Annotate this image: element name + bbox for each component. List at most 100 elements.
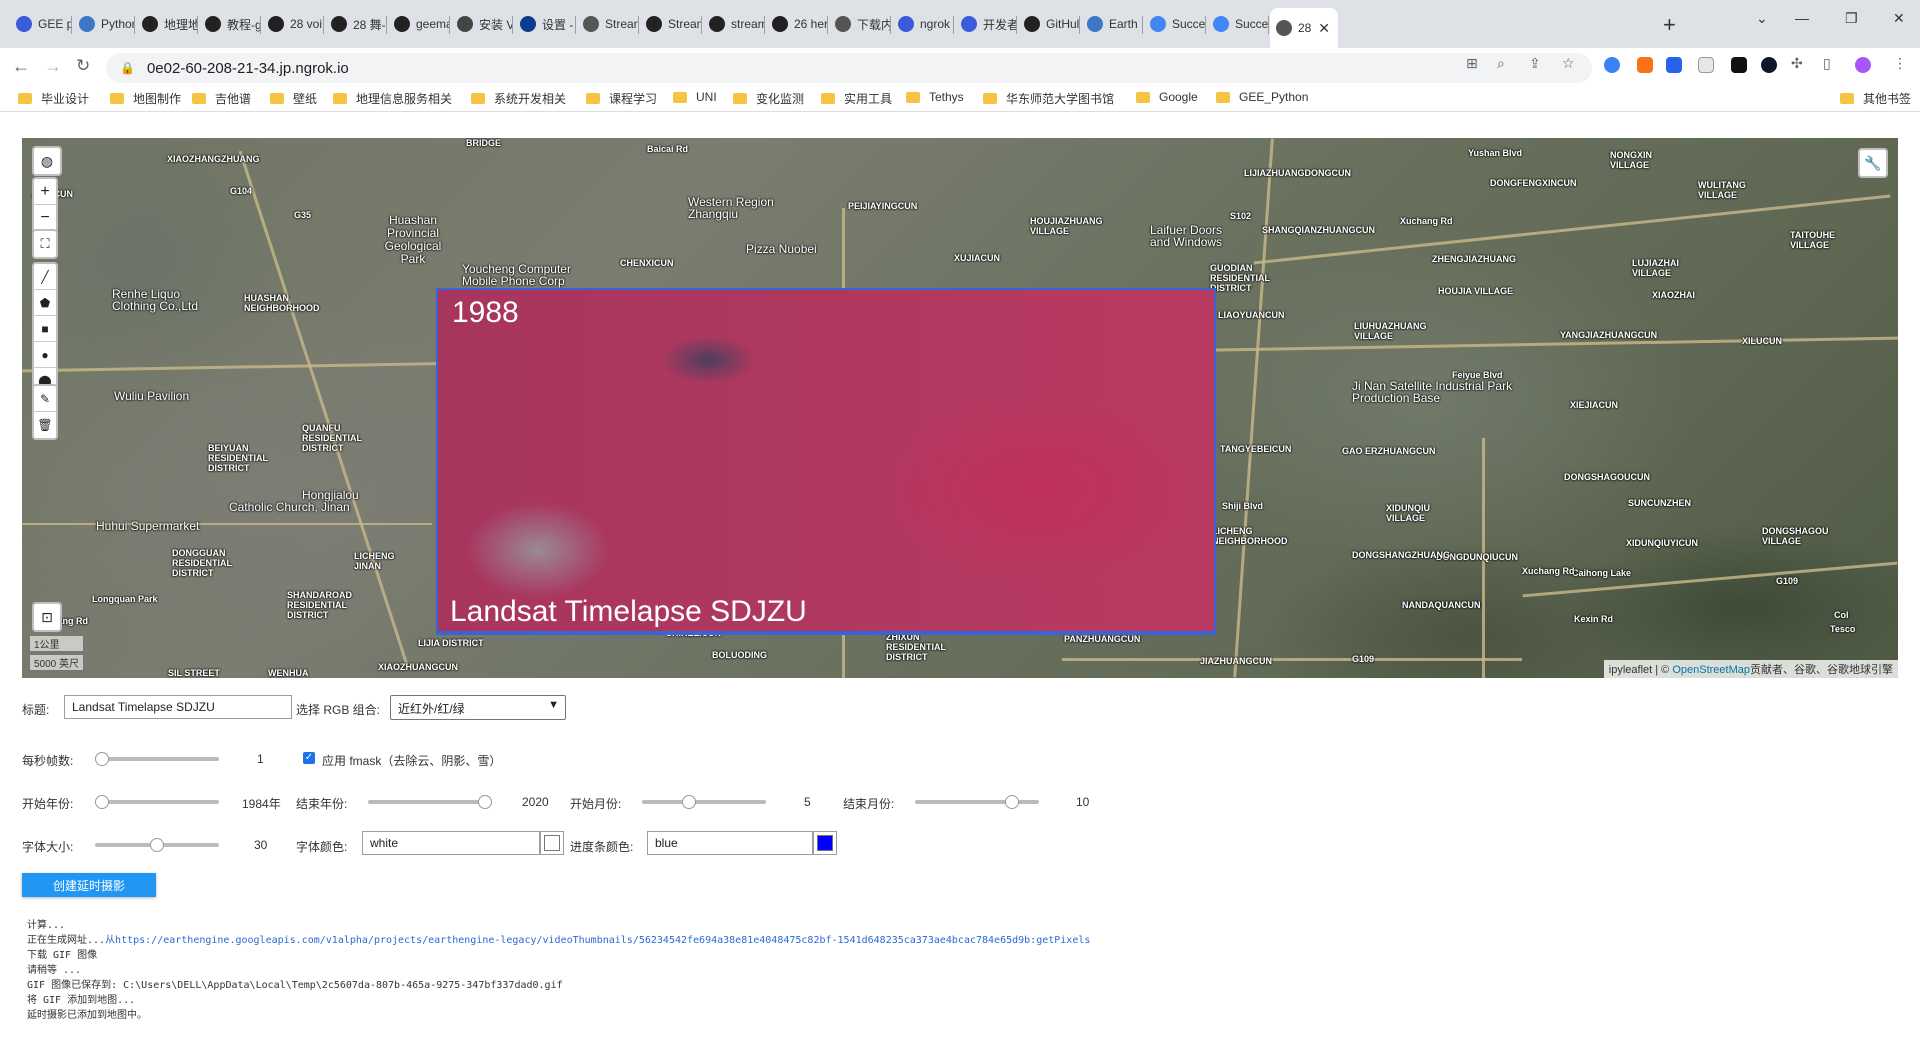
- browser-tab[interactable]: 28 舞-: [325, 8, 386, 40]
- extension-icon[interactable]: [1666, 57, 1682, 73]
- browser-tab[interactable]: 28 ✕: [1270, 8, 1338, 48]
- fmask-checkbox[interactable]: ✓: [303, 752, 315, 764]
- tab-search-icon[interactable]: ⌄: [1756, 10, 1768, 27]
- map-label: Wuliu Pavilion: [114, 389, 190, 403]
- bookmark-item[interactable]: UNI: [673, 90, 717, 104]
- osm-link[interactable]: OpenStreetMap: [1672, 664, 1750, 676]
- slider-handle[interactable]: [1005, 795, 1020, 809]
- font-color-picker[interactable]: [540, 831, 564, 855]
- extension-icon[interactable]: [1604, 57, 1620, 73]
- browser-tab[interactable]: Succes: [1207, 8, 1268, 40]
- extension-icon[interactable]: [1637, 57, 1653, 73]
- browser-tab[interactable]: Stream: [640, 8, 701, 40]
- delete-layers-icon[interactable]: 🗑: [34, 412, 56, 438]
- puzzle-icon[interactable]: ✣: [1791, 55, 1803, 72]
- progress-color-label: 进度条颜色:: [570, 840, 634, 854]
- slider-handle[interactable]: [150, 838, 164, 852]
- new-tab-button[interactable]: +: [1663, 12, 1676, 38]
- map-view[interactable]: XIAOZHANGZHUANG ANXICUN G104 G35 Huashan…: [22, 138, 1898, 678]
- url-field[interactable]: 🔒 0e02-60-208-21-34.jp.ngrok.io: [106, 53, 1592, 83]
- zoom-icon[interactable]: ⌕: [1497, 55, 1505, 72]
- close-tab-icon[interactable]: ✕: [1318, 20, 1330, 37]
- wrench-icon[interactable]: 🔧: [1858, 148, 1888, 178]
- browser-tab[interactable]: Strean: [577, 8, 638, 40]
- browser-tab[interactable]: GEE py: [10, 8, 71, 40]
- title-input[interactable]: Landsat Timelapse SDJZU: [64, 695, 292, 719]
- bookmark-item[interactable]: GEE_Python: [1216, 90, 1308, 104]
- browser-tab[interactable]: 地理地: [136, 8, 197, 40]
- create-timelapse-button[interactable]: 创建延时摄影: [22, 873, 156, 897]
- start-month-slider[interactable]: [642, 795, 766, 809]
- bookmark-item[interactable]: 壁纸: [270, 90, 317, 107]
- progress-color-input[interactable]: blue: [647, 831, 813, 855]
- draw-circle-icon[interactable]: ●: [34, 342, 56, 368]
- lock-icon[interactable]: 🔒: [120, 61, 135, 75]
- edit-layers-icon[interactable]: ✎: [34, 386, 56, 412]
- slider-handle[interactable]: [478, 795, 492, 809]
- slider-handle[interactable]: [95, 752, 109, 766]
- browser-tab[interactable]: 28 voi: [262, 8, 323, 40]
- back-icon[interactable]: ←: [12, 56, 30, 77]
- reload-icon[interactable]: ↻: [76, 56, 90, 76]
- browser-tab[interactable]: Succes: [1144, 8, 1205, 40]
- fullscreen-icon[interactable]: ⛶: [34, 231, 56, 257]
- browser-tab[interactable]: 安装 V: [451, 8, 512, 40]
- fps-slider[interactable]: [95, 752, 219, 766]
- bookmark-item[interactable]: 课程学习: [586, 90, 657, 107]
- bookmark-item[interactable]: 地图制作: [110, 90, 181, 107]
- map-label: XIDUNQIUYICUN: [1626, 538, 1699, 548]
- globe-icon[interactable]: ◍: [34, 148, 60, 174]
- translate-icon[interactable]: ⊞: [1466, 55, 1478, 72]
- browser-tab[interactable]: Python: [73, 8, 134, 40]
- minimize-button[interactable]: —: [1795, 10, 1809, 26]
- bookmark-item[interactable]: 实用工具: [821, 90, 892, 107]
- browser-tab[interactable]: 设置 -: [514, 8, 575, 40]
- bookmark-item[interactable]: 毕业设计: [18, 90, 89, 107]
- close-window-button[interactable]: ✕: [1893, 10, 1905, 27]
- browser-tab[interactable]: stream: [703, 8, 764, 40]
- browser-tab[interactable]: geema: [388, 8, 449, 40]
- forward-icon[interactable]: →: [44, 56, 62, 77]
- menu-icon[interactable]: ⋮: [1893, 55, 1907, 72]
- bookmark-item[interactable]: 吉他谱: [192, 90, 251, 107]
- extension-icon[interactable]: [1731, 57, 1747, 73]
- restore-button[interactable]: ❐: [1845, 10, 1858, 27]
- end-month-slider[interactable]: [915, 795, 1039, 809]
- other-bookmarks[interactable]: 其他书签: [1840, 90, 1911, 107]
- browser-tab[interactable]: ngrok: [892, 8, 953, 40]
- share-icon[interactable]: ⇪: [1529, 55, 1541, 72]
- progress-color-picker[interactable]: [813, 831, 837, 855]
- zoom-out-button[interactable]: −: [34, 205, 56, 231]
- bookmark-star-icon[interactable]: ☆: [1562, 55, 1575, 72]
- bookmark-item[interactable]: Google: [1136, 90, 1198, 104]
- extension-icon[interactable]: [1698, 57, 1714, 73]
- browser-tab[interactable]: Earth E: [1081, 8, 1142, 40]
- bookmark-item[interactable]: 变化监测: [733, 90, 804, 107]
- browser-tab[interactable]: 开发者: [955, 8, 1016, 40]
- bookmark-item[interactable]: 地理信息服务相关: [333, 90, 452, 107]
- extension-icon[interactable]: [1761, 57, 1777, 73]
- browser-tab[interactable]: 下载内: [829, 8, 890, 40]
- draw-rectangle-icon[interactable]: ■: [34, 316, 56, 342]
- bookmark-item[interactable]: 系统开发相关: [471, 90, 566, 107]
- avatar[interactable]: [1855, 57, 1871, 73]
- thumbnail-url-link[interactable]: 从https://earthengine.googleapis.com/v1al…: [105, 935, 1090, 946]
- layers-control[interactable]: ◍: [32, 146, 62, 176]
- rgb-select[interactable]: 近红外/红/绿 ▼: [390, 695, 566, 720]
- font-color-input[interactable]: white: [362, 831, 540, 855]
- side-panel-icon[interactable]: ▯: [1823, 55, 1831, 72]
- font-size-slider[interactable]: [95, 838, 219, 852]
- measure-icon[interactable]: ⊡: [34, 604, 60, 630]
- browser-tab[interactable]: 26 her: [766, 8, 827, 40]
- browser-tab[interactable]: 教程-g: [199, 8, 260, 40]
- draw-polygon-icon[interactable]: ⬟: [34, 290, 56, 316]
- draw-polyline-icon[interactable]: ╱: [34, 264, 56, 290]
- end-year-slider[interactable]: [368, 795, 492, 809]
- bookmark-item[interactable]: 华东师范大学图书馆: [983, 90, 1114, 107]
- browser-tab[interactable]: GitHul: [1018, 8, 1079, 40]
- start-year-slider[interactable]: [95, 795, 219, 809]
- bookmark-item[interactable]: Tethys: [906, 90, 964, 104]
- slider-handle[interactable]: [681, 795, 696, 809]
- slider-handle[interactable]: [95, 795, 109, 809]
- zoom-in-button[interactable]: +: [34, 179, 56, 205]
